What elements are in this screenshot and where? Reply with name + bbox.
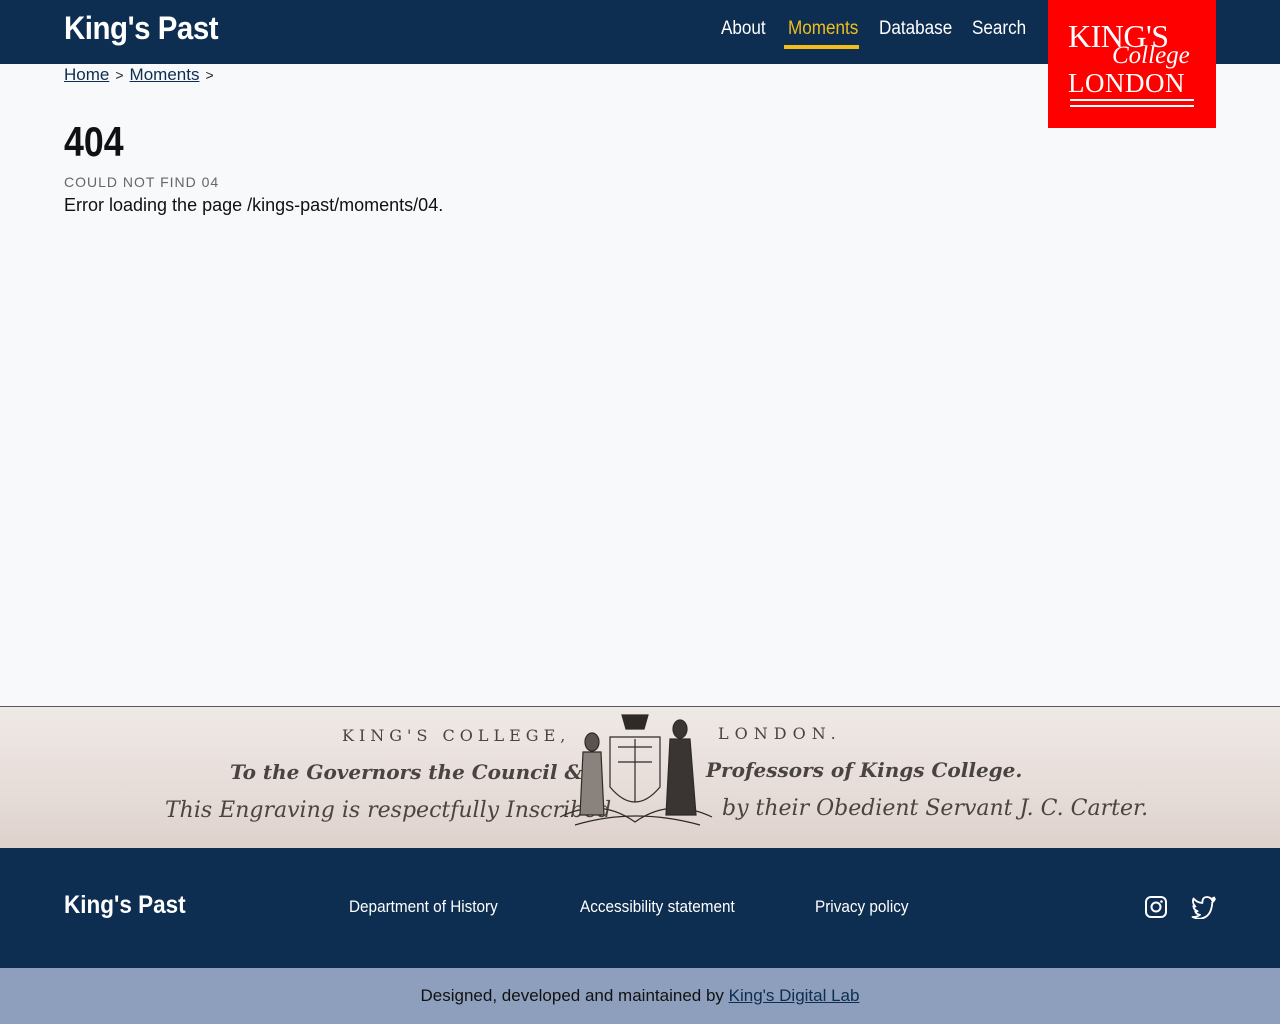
- breadcrumb-separator: >: [115, 67, 124, 83]
- logo-rule-bottom: [1070, 105, 1194, 107]
- breadcrumb-moments[interactable]: Moments: [130, 65, 200, 84]
- error-code: 404: [64, 118, 124, 165]
- logo-line-college: College: [1112, 42, 1190, 69]
- kings-college-logo[interactable]: KING'S College LONDON: [1048, 0, 1216, 128]
- logo-line-london: LONDON: [1068, 68, 1185, 98]
- credits-bar: Designed, developed and maintained by Ki…: [0, 968, 1280, 1024]
- engraving-line3a: This Engraving is respectfully Inscribed: [165, 798, 611, 823]
- instagram-icon[interactable]: [1144, 895, 1168, 919]
- footer-link-department[interactable]: Department of History: [349, 897, 498, 917]
- site-title[interactable]: King's Past: [64, 10, 219, 47]
- engraving-line2b: Professors of Kings College.: [705, 758, 1022, 782]
- engraving-image: KING'S COLLEGE, LONDON. To the Governors…: [165, 714, 1148, 826]
- nav-database[interactable]: Database: [879, 18, 952, 40]
- nav-moments[interactable]: Moments: [788, 18, 858, 40]
- error-message: Error loading the page /kings-past/momen…: [64, 195, 444, 215]
- nav-about[interactable]: About: [721, 18, 766, 40]
- footer-site-title[interactable]: King's Past: [64, 891, 186, 920]
- footer-link-privacy[interactable]: Privacy policy: [815, 897, 909, 917]
- coat-of-arms-icon: [559, 714, 713, 826]
- error-subtitle: COULD NOT FIND 04: [64, 174, 220, 190]
- breadcrumb: Home > Moments >: [64, 65, 220, 85]
- twitter-icon[interactable]: [1191, 895, 1217, 919]
- logo-rule-top: [1070, 99, 1194, 101]
- engraving-line2a: To the Governors the Council &: [230, 760, 583, 784]
- credits-link-kdl[interactable]: King's Digital Lab: [729, 986, 860, 1005]
- engraving-banner: KING'S COLLEGE, LONDON. To the Governors…: [0, 706, 1280, 849]
- credits-text: Designed, developed and maintained by: [420, 986, 724, 1005]
- breadcrumb-separator: >: [205, 67, 214, 83]
- active-nav-underline: [784, 45, 859, 49]
- footer-link-accessibility[interactable]: Accessibility statement: [580, 897, 735, 917]
- site-footer: King's Past Department of History Access…: [0, 848, 1280, 968]
- engraving-line3b: by their Obedient Servant J. C. Carter.: [722, 796, 1148, 821]
- engraving-line1b: LONDON.: [718, 724, 842, 743]
- nav-search[interactable]: Search: [972, 18, 1026, 40]
- breadcrumb-home[interactable]: Home: [64, 65, 109, 84]
- engraving-line1a: KING'S COLLEGE,: [342, 726, 570, 745]
